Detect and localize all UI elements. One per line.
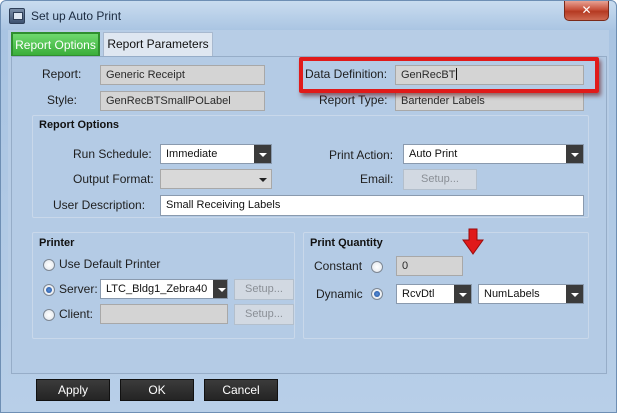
printer-group: Printer Use Default Printer Server: LTC_…: [32, 232, 295, 339]
close-button[interactable]: ✕: [564, 1, 609, 21]
client-radio[interactable]: [43, 309, 55, 321]
dynamic-field-value: NumLabels: [484, 288, 540, 300]
data-definition-highlight: [299, 57, 599, 93]
print-quantity-group-title: Print Quantity: [310, 237, 383, 249]
report-options-group: Report Options Run Schedule: Immediate O…: [32, 115, 589, 218]
server-setup-button[interactable]: Setup...: [234, 279, 294, 300]
chevron-down-icon[interactable]: [254, 145, 271, 163]
printer-group-title: Printer: [39, 237, 75, 249]
print-action-label: Print Action:: [329, 148, 394, 162]
tab-report-parameters[interactable]: Report Parameters: [103, 32, 213, 57]
window-title: Set up Auto Print: [31, 9, 122, 23]
style-label: Style:: [47, 93, 78, 107]
chevron-down-icon[interactable]: [454, 285, 471, 303]
dynamic-field-dropdown[interactable]: NumLabels: [478, 284, 584, 304]
report-options-group-title: Report Options: [39, 119, 120, 131]
run-schedule-dropdown[interactable]: Immediate: [160, 144, 272, 164]
email-label: Email:: [360, 172, 394, 186]
client-setup-button[interactable]: Setup...: [234, 304, 294, 325]
server-printer-dropdown[interactable]: LTC_Bldg1_Zebra40: [100, 279, 228, 299]
client-label[interactable]: Client:: [59, 307, 93, 321]
report-field: Generic Receipt: [100, 65, 265, 85]
print-action-dropdown[interactable]: Auto Print: [403, 144, 584, 164]
output-format-label: Output Format:: [73, 172, 154, 186]
run-schedule-value: Immediate: [166, 148, 218, 160]
server-label[interactable]: Server:: [59, 282, 98, 296]
chevron-down-icon[interactable]: [254, 170, 271, 188]
use-default-printer-label[interactable]: Use Default Printer: [59, 257, 160, 271]
user-description-label: User Description:: [53, 198, 146, 212]
tab-panel-report-options: Report: Generic Receipt Style: GenRecBTS…: [11, 56, 607, 374]
red-arrow-down-icon: [462, 228, 484, 255]
ok-button[interactable]: OK: [120, 379, 194, 401]
constant-radio[interactable]: [371, 261, 383, 273]
constant-quantity-field[interactable]: 0: [396, 256, 463, 276]
cancel-button[interactable]: Cancel: [204, 379, 278, 401]
report-type-label: Report Type:: [319, 93, 388, 107]
chevron-down-icon[interactable]: [213, 280, 227, 298]
client-printer-field[interactable]: [100, 304, 228, 324]
dialog-window: Set up Auto Print ✕ Report Options Repor…: [0, 0, 617, 413]
constant-label[interactable]: Constant: [314, 259, 362, 273]
dynamic-table-dropdown[interactable]: RcvDtl: [396, 284, 472, 304]
dynamic-table-value: RcvDtl: [402, 288, 435, 300]
style-field: GenRecBTSmallPOLabel: [100, 91, 265, 111]
email-setup-button[interactable]: Setup...: [403, 169, 477, 190]
chevron-down-icon[interactable]: [566, 145, 583, 163]
tab-report-options[interactable]: Report Options: [11, 32, 100, 57]
dynamic-radio[interactable]: [371, 288, 383, 300]
print-quantity-group: Print Quantity Constant 0 Dynamic RcvDtl…: [303, 232, 589, 339]
report-type-field: Bartender Labels: [395, 91, 584, 111]
run-schedule-label: Run Schedule:: [73, 147, 152, 161]
apply-button[interactable]: Apply: [36, 379, 110, 401]
window-icon: [9, 8, 25, 24]
user-description-input[interactable]: Small Receiving Labels: [160, 195, 584, 216]
output-format-dropdown[interactable]: [160, 169, 272, 189]
report-label: Report:: [42, 67, 82, 81]
server-printer-value: LTC_Bldg1_Zebra40: [106, 283, 208, 295]
use-default-printer-radio[interactable]: [43, 259, 55, 271]
chevron-down-icon[interactable]: [566, 285, 583, 303]
server-radio[interactable]: [43, 284, 55, 296]
print-action-value: Auto Print: [409, 148, 458, 160]
dynamic-label[interactable]: Dynamic: [316, 287, 363, 301]
title-bar[interactable]: Set up Auto Print ✕: [1, 1, 616, 31]
